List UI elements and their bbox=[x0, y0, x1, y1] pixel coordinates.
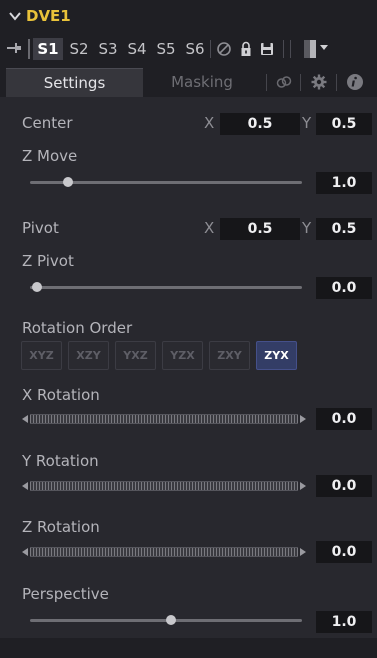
link-icon[interactable] bbox=[275, 73, 293, 91]
tab-settings[interactable]: Settings bbox=[6, 68, 143, 97]
z-pivot-label: Z Pivot bbox=[22, 252, 74, 270]
tab-divider bbox=[336, 74, 337, 91]
x-rotation-decrement-icon[interactable] bbox=[22, 415, 28, 423]
slot-s6[interactable]: S6 bbox=[181, 38, 209, 60]
info-icon[interactable] bbox=[346, 73, 364, 91]
x-rotation-field[interactable]: 0.0 bbox=[316, 408, 372, 430]
pivot-x-field[interactable]: 0.5 bbox=[220, 218, 300, 240]
center-x-field[interactable]: 0.5 bbox=[220, 113, 300, 135]
save-icon[interactable] bbox=[259, 41, 275, 57]
toolbar-divider bbox=[283, 40, 284, 58]
y-rotation-thumbwheel[interactable] bbox=[30, 481, 298, 491]
toolbar-divider bbox=[210, 40, 211, 58]
rotation-order-xzy[interactable]: XZY bbox=[68, 341, 109, 370]
pivot-label: Pivot bbox=[22, 219, 59, 237]
y-rotation-increment-icon[interactable] bbox=[300, 482, 306, 490]
pin-icon[interactable] bbox=[6, 41, 22, 55]
z-pivot-slider-track[interactable] bbox=[30, 286, 302, 289]
z-move-field[interactable]: 1.0 bbox=[316, 172, 372, 194]
x-rotation-label: X Rotation bbox=[22, 386, 100, 404]
gear-icon[interactable] bbox=[310, 73, 328, 91]
x-rotation-thumbwheel[interactable] bbox=[30, 414, 298, 424]
perspective-label: Perspective bbox=[22, 585, 109, 603]
center-y-label: Y bbox=[302, 114, 312, 132]
z-move-slider-handle[interactable] bbox=[62, 177, 73, 187]
color-swatch-dropdown-icon[interactable] bbox=[304, 40, 316, 58]
dropdown-arrow-icon[interactable] bbox=[320, 45, 328, 50]
pivot-x-label: X bbox=[204, 219, 215, 237]
y-rotation-field[interactable]: 0.0 bbox=[316, 475, 372, 497]
center-x-label: X bbox=[204, 114, 215, 132]
slot-s2[interactable]: S2 bbox=[65, 38, 93, 60]
toolbar-divider bbox=[290, 40, 291, 58]
z-pivot-slider-handle[interactable] bbox=[32, 282, 42, 292]
lock-icon[interactable] bbox=[238, 41, 254, 57]
toolbar-grip bbox=[28, 39, 30, 59]
center-label: Center bbox=[22, 114, 73, 132]
tab-masking[interactable]: Masking bbox=[146, 68, 258, 97]
chevron-down-icon[interactable] bbox=[8, 9, 22, 23]
rotation-order-yzx[interactable]: YZX bbox=[162, 341, 203, 370]
slot-s4[interactable]: S4 bbox=[123, 38, 151, 60]
tool-title[interactable]: DVE1 bbox=[26, 7, 71, 25]
tab-divider bbox=[266, 74, 267, 91]
z-rotation-decrement-icon[interactable] bbox=[22, 548, 28, 556]
z-rotation-increment-icon[interactable] bbox=[300, 548, 306, 556]
panel-footer bbox=[0, 638, 377, 658]
pivot-y-label: Y bbox=[302, 219, 312, 237]
slot-s1[interactable]: S1 bbox=[33, 38, 63, 60]
rotation-order-zyx[interactable]: ZYX bbox=[256, 341, 297, 370]
rotation-order-xyz[interactable]: XYZ bbox=[21, 341, 62, 370]
y-rotation-label: Y Rotation bbox=[22, 452, 99, 470]
rotation-order-zxy[interactable]: ZXY bbox=[209, 341, 250, 370]
z-rotation-field[interactable]: 0.0 bbox=[316, 541, 372, 563]
z-rotation-label: Z Rotation bbox=[22, 518, 100, 536]
center-y-field[interactable]: 0.5 bbox=[316, 113, 372, 135]
slot-s3[interactable]: S3 bbox=[94, 38, 122, 60]
z-pivot-field[interactable]: 0.0 bbox=[316, 277, 372, 299]
perspective-field[interactable]: 1.0 bbox=[316, 611, 372, 633]
perspective-slider-handle[interactable] bbox=[166, 615, 176, 625]
slot-s5[interactable]: S5 bbox=[152, 38, 180, 60]
pivot-y-field[interactable]: 0.5 bbox=[316, 218, 372, 240]
reset-icon[interactable] bbox=[216, 41, 232, 57]
y-rotation-decrement-icon[interactable] bbox=[22, 482, 28, 490]
z-move-label: Z Move bbox=[22, 147, 78, 165]
z-rotation-thumbwheel[interactable] bbox=[30, 547, 298, 557]
x-rotation-increment-icon[interactable] bbox=[300, 415, 306, 423]
rotation-order-label: Rotation Order bbox=[22, 319, 133, 337]
rotation-order-yxz[interactable]: YXZ bbox=[115, 341, 156, 370]
tab-divider bbox=[300, 74, 301, 91]
